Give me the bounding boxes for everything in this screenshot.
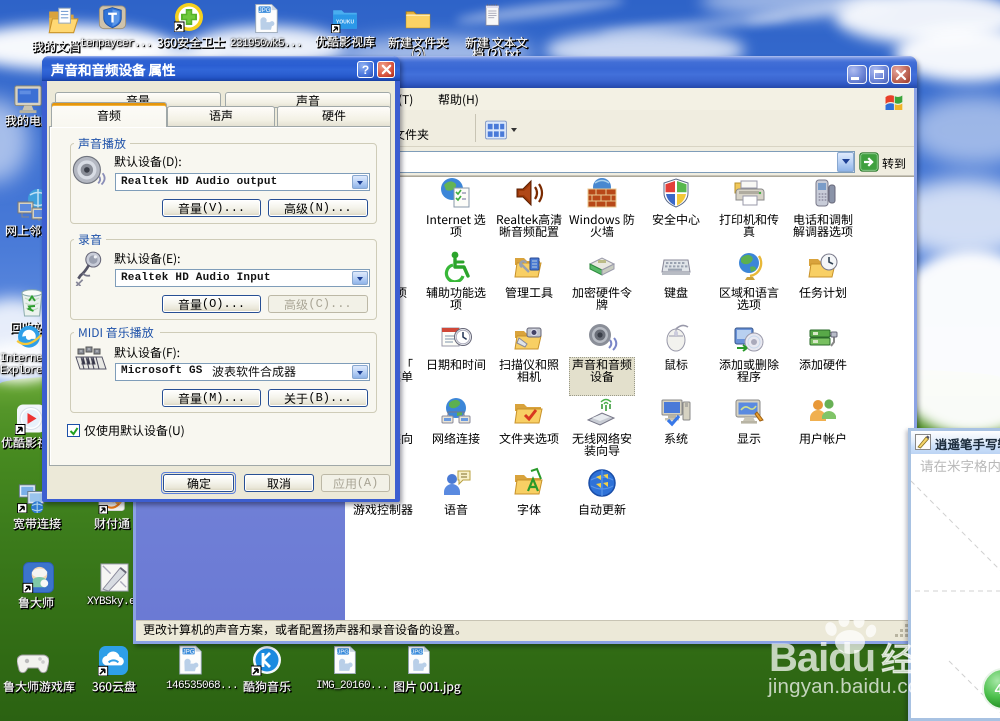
svg-text:JPG: JPG [337,650,349,656]
svg-text:JPG: JPG [411,650,423,656]
svg-text:JPG: JPG [259,7,271,14]
svg-text:JPG: JPG [183,648,195,655]
